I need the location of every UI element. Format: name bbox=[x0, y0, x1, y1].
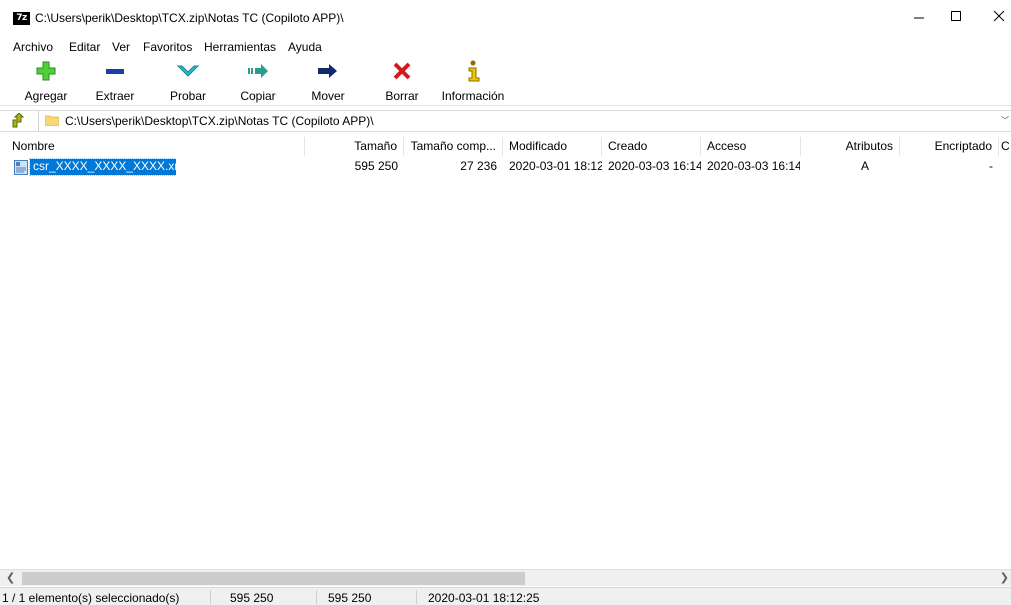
column-header-created[interactable]: Creado bbox=[602, 137, 701, 156]
check-chevron-icon bbox=[176, 65, 200, 77]
xml-file-icon bbox=[14, 159, 28, 175]
scroll-left-icon[interactable]: ❮ bbox=[6, 571, 15, 584]
test-label: Probar bbox=[169, 89, 207, 103]
scrollbar-thumb[interactable] bbox=[22, 572, 525, 585]
maximize-icon bbox=[951, 11, 961, 21]
column-header-name[interactable]: Nombre bbox=[0, 137, 305, 156]
info-label: Información bbox=[441, 89, 505, 103]
minus-icon bbox=[106, 69, 124, 74]
file-packed-size: 27 236 bbox=[460, 159, 497, 173]
file-accessed: 2020-03-03 16:14 bbox=[707, 159, 800, 173]
status-separator bbox=[416, 590, 417, 604]
file-name-cell[interactable]: csr_XXXX_XXXX_XXXX.xml bbox=[14, 158, 176, 176]
status-bar: 1 / 1 elemento(s) seleccionado(s) 595 25… bbox=[0, 587, 1011, 605]
file-encrypted: - bbox=[989, 159, 993, 173]
move-arrow-icon bbox=[318, 64, 337, 78]
up-folder-icon[interactable] bbox=[10, 113, 26, 129]
file-modified: 2020-03-01 18:12 bbox=[509, 159, 602, 173]
address-path: C:\Users\perik\Desktop\TCX.zip\Notas TC … bbox=[65, 114, 374, 128]
column-header-extra[interactable]: C bbox=[999, 137, 1011, 156]
info-button[interactable]: Información bbox=[437, 58, 509, 104]
move-button[interactable]: Mover bbox=[303, 58, 353, 104]
move-label: Mover bbox=[311, 89, 345, 103]
info-icon bbox=[468, 60, 480, 82]
file-list: csr_XXXX_XXXX_XXXX.xml 595 250 27 236 20… bbox=[0, 158, 1011, 566]
toolbar: Agregar Extraer Probar Copiar Mover Borr… bbox=[0, 58, 1011, 106]
chevron-down-icon[interactable]: ﹀ bbox=[1001, 115, 1009, 126]
file-attributes: A bbox=[860, 159, 869, 173]
status-separator bbox=[316, 590, 317, 604]
column-header-size[interactable]: Tamaño bbox=[305, 137, 404, 156]
column-header-attributes[interactable]: Atributos bbox=[801, 137, 900, 156]
status-separator bbox=[210, 590, 211, 604]
column-header-modified[interactable]: Modificado bbox=[503, 137, 602, 156]
file-size: 595 250 bbox=[354, 159, 398, 173]
menu-ayuda[interactable]: Ayuda bbox=[288, 40, 322, 54]
add-button[interactable]: Agregar bbox=[18, 58, 74, 104]
table-row[interactable]: csr_XXXX_XXXX_XXXX.xml 595 250 27 236 20… bbox=[0, 158, 1011, 176]
window-title: C:\Users\perik\Desktop\TCX.zip\Notas TC … bbox=[35, 11, 344, 25]
horizontal-scrollbar[interactable]: ❮ ❯ bbox=[0, 569, 1011, 586]
7zip-app-icon: 7z bbox=[13, 12, 30, 25]
extract-button[interactable]: Extraer bbox=[90, 58, 140, 104]
column-header-packed[interactable]: Tamaño comp... bbox=[404, 137, 503, 156]
copy-label: Copiar bbox=[240, 89, 276, 103]
folder-icon bbox=[45, 115, 59, 126]
status-selection: 1 / 1 elemento(s) seleccionado(s) bbox=[2, 591, 180, 605]
delete-x-icon bbox=[393, 62, 411, 80]
delete-label: Borrar bbox=[385, 89, 419, 103]
test-button[interactable]: Probar bbox=[163, 58, 213, 104]
address-bar: C:\Users\perik\Desktop\TCX.zip\Notas TC … bbox=[0, 110, 1011, 132]
extract-label: Extraer bbox=[95, 89, 135, 103]
column-header-encrypted[interactable]: Encriptado bbox=[900, 137, 999, 156]
menu-bar: Archivo Editar Ver Favoritos Herramienta… bbox=[0, 38, 1011, 58]
menu-archivo[interactable]: Archivo bbox=[13, 40, 53, 54]
add-label: Agregar bbox=[24, 89, 68, 103]
status-date: 2020-03-01 18:12:25 bbox=[428, 591, 540, 605]
plus-icon bbox=[36, 61, 56, 81]
close-icon bbox=[993, 10, 1005, 22]
file-name: csr_XXXX_XXXX_XXXX.xml bbox=[28, 158, 176, 176]
status-size-2: 595 250 bbox=[328, 591, 372, 605]
delete-button[interactable]: Borrar bbox=[377, 58, 427, 104]
column-header-accessed[interactable]: Acceso bbox=[701, 137, 801, 156]
minimize-icon bbox=[914, 17, 924, 19]
menu-editar[interactable]: Editar bbox=[69, 40, 100, 54]
list-header: Nombre Tamaño Tamaño comp... Modificado … bbox=[0, 137, 1011, 156]
address-field[interactable]: C:\Users\perik\Desktop\TCX.zip\Notas TC … bbox=[38, 111, 1011, 131]
file-created: 2020-03-03 16:14 bbox=[608, 159, 701, 173]
close-button[interactable] bbox=[976, 0, 1011, 32]
status-size: 595 250 bbox=[230, 591, 274, 605]
title-bar: 7z C:\Users\perik\Desktop\TCX.zip\Notas … bbox=[0, 0, 1011, 38]
copy-arrow-icon bbox=[248, 64, 268, 78]
menu-herramientas[interactable]: Herramientas bbox=[204, 40, 276, 54]
copy-button[interactable]: Copiar bbox=[233, 58, 283, 104]
maximize-button[interactable] bbox=[933, 0, 979, 32]
menu-ver[interactable]: Ver bbox=[112, 40, 130, 54]
scroll-right-icon[interactable]: ❯ bbox=[1000, 571, 1009, 584]
menu-favoritos[interactable]: Favoritos bbox=[143, 40, 192, 54]
